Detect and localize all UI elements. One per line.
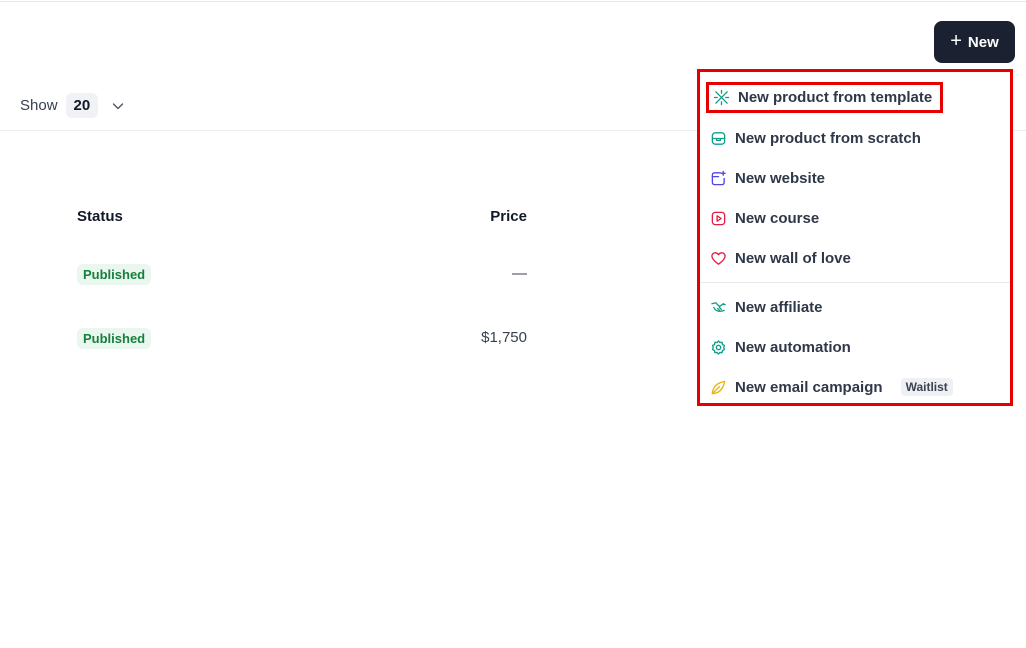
table-row[interactable]: Published $1,750: [77, 328, 527, 352]
heart-icon: [711, 251, 726, 265]
menu-item-label: New product from template: [738, 89, 933, 106]
play-square-icon: [711, 211, 726, 225]
plus-icon: +: [950, 30, 962, 52]
status-badge: Published: [77, 264, 152, 285]
menu-item-new-wall-of-love[interactable]: New wall of love: [710, 243, 851, 273]
top-divider: [0, 0, 1026, 2]
new-button-label: New: [967, 33, 999, 51]
price-cell: —: [512, 265, 527, 282]
column-header-price[interactable]: Price: [490, 208, 527, 225]
menu-item-label: New website: [735, 169, 826, 187]
new-button[interactable]: + New: [934, 21, 1015, 63]
page-size-select[interactable]: 20: [65, 93, 125, 118]
menu-item-new-email-campaign[interactable]: New email campaign Waitlist: [710, 372, 953, 402]
menu-item-label: New email campaign: [735, 378, 883, 396]
menu-item-new-course[interactable]: New course: [710, 203, 819, 233]
sparkle-template-icon: [713, 89, 730, 106]
box-icon: [711, 131, 726, 145]
menu-item-label: New affiliate: [735, 298, 823, 316]
page-size-control: Show 20: [20, 93, 124, 118]
menu-item-new-automation[interactable]: New automation: [710, 332, 851, 362]
menu-item-new-affiliate[interactable]: New affiliate: [710, 292, 823, 322]
leaf-send-icon: [711, 380, 726, 394]
menu-item-label: New product from scratch: [735, 129, 921, 147]
table-row[interactable]: Published —: [77, 264, 527, 288]
menu-divider: [700, 282, 1010, 283]
menu-item-new-product-from-scratch[interactable]: New product from scratch: [710, 123, 921, 153]
waitlist-badge: Waitlist: [900, 378, 953, 396]
show-label: Show: [20, 97, 58, 114]
price-cell: $1,750: [481, 329, 527, 346]
new-dropdown-menu: New product from template New product fr…: [697, 69, 1013, 406]
chevron-down-icon: [113, 102, 124, 109]
column-header-status[interactable]: Status: [77, 208, 123, 225]
menu-item-label: New automation: [735, 338, 851, 356]
menu-item-label: New wall of love: [735, 249, 851, 267]
gear-icon: [711, 339, 726, 355]
status-badge: Published: [77, 328, 152, 349]
menu-item-new-product-from-template[interactable]: New product from template: [706, 82, 944, 113]
handshake-icon: [711, 301, 726, 312]
menu-item-new-website[interactable]: New website: [710, 163, 825, 193]
browser-sparkle-icon: [711, 170, 726, 185]
page-size-value: 20: [65, 93, 99, 118]
menu-item-label: New course: [735, 209, 820, 227]
